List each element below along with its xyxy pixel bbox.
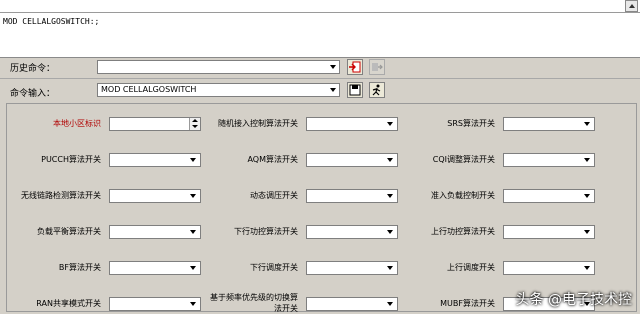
chevron-down-icon[interactable] (188, 263, 199, 273)
param-label: 下行功控算法开关 (234, 227, 298, 236)
chevron-down-icon[interactable] (582, 155, 593, 165)
param-select[interactable] (306, 297, 398, 311)
param-label: 上行功控算法开关 (431, 227, 495, 236)
param-select[interactable] (503, 117, 595, 131)
spinner-arrows-icon[interactable] (189, 118, 200, 130)
param-label: AQM算法开关 (247, 155, 298, 164)
param-spin-input[interactable] (109, 117, 201, 131)
chevron-down-icon[interactable] (327, 84, 339, 96)
param-select[interactable] (306, 153, 398, 167)
chevron-down-icon[interactable] (385, 119, 396, 129)
history-label: 历史命令： (10, 64, 56, 74)
history-forward-button[interactable] (369, 59, 385, 75)
param-select[interactable] (109, 261, 201, 275)
param-label: CQI调整算法开关 (432, 155, 495, 164)
chevron-down-icon[interactable] (188, 155, 199, 165)
chevron-down-icon[interactable] (188, 227, 199, 237)
param-label: RAN共享模式开关 (36, 299, 101, 308)
param-label: 上行调度开关 (447, 263, 495, 272)
chevron-down-icon[interactable] (188, 299, 199, 309)
param-select[interactable] (306, 261, 398, 275)
chevron-down-icon[interactable] (385, 191, 396, 201)
param-select[interactable] (109, 225, 201, 239)
insert-icon (349, 61, 361, 73)
param-select[interactable] (306, 189, 398, 203)
param-label: 随机接入控制算法开关 (218, 119, 298, 128)
chevron-down-icon[interactable] (582, 191, 593, 201)
save-command-button[interactable] (347, 82, 363, 98)
watermark: 头条 @电子技术控 (515, 292, 632, 308)
param-label: 负载平衡算法开关 (37, 227, 101, 236)
parameters-panel (6, 103, 637, 312)
param-select[interactable] (503, 153, 595, 167)
forward-icon (372, 63, 383, 71)
param-label: 无线链路检测算法开关 (21, 191, 101, 200)
param-label: SRS算法开关 (447, 119, 495, 128)
run-command-button[interactable] (369, 82, 385, 98)
output-top-strip (0, 0, 640, 13)
command-combo[interactable]: MOD CELLALGOSWITCH (97, 83, 340, 97)
param-label: 基于频率优先级的切换算法开关 (210, 293, 298, 313)
param-select[interactable] (109, 297, 201, 311)
output-pane[interactable]: MOD CELLALGOSWITCH:; (0, 13, 640, 58)
param-select[interactable] (503, 189, 595, 203)
param-label: 本地小区标识 (53, 119, 101, 128)
param-select[interactable] (109, 189, 201, 203)
chevron-down-icon[interactable] (582, 227, 593, 237)
param-select[interactable] (306, 117, 398, 131)
param-select[interactable] (503, 261, 595, 275)
chevron-down-icon[interactable] (327, 61, 339, 73)
param-label: BF算法开关 (58, 263, 101, 272)
history-combo[interactable] (97, 60, 340, 74)
chevron-down-icon[interactable] (385, 299, 396, 309)
param-label: PUCCH算法开关 (41, 155, 101, 164)
param-label: 下行调度开关 (250, 263, 298, 272)
chevron-down-icon[interactable] (582, 263, 593, 273)
param-label: 动态调压开关 (250, 191, 298, 200)
command-value: MOD CELLALGOSWITCH (101, 85, 197, 94)
history-insert-button[interactable] (347, 59, 363, 75)
chevron-down-icon[interactable] (385, 227, 396, 237)
chevron-down-icon[interactable] (188, 191, 199, 201)
param-select[interactable] (306, 225, 398, 239)
separator (0, 78, 640, 79)
param-select[interactable] (109, 153, 201, 167)
param-select[interactable] (503, 225, 595, 239)
scroll-up-button[interactable] (625, 0, 638, 12)
param-label: MUBF算法开关 (440, 299, 495, 308)
output-text: MOD CELLALGOSWITCH:; (3, 17, 100, 26)
chevron-down-icon[interactable] (582, 119, 593, 129)
command-label: 命令输入： (10, 89, 56, 99)
chevron-down-icon[interactable] (385, 263, 396, 273)
run-icon (372, 84, 381, 96)
param-label: 准入负载控制开关 (431, 191, 495, 200)
save-icon (349, 84, 361, 96)
chevron-down-icon[interactable] (385, 155, 396, 165)
